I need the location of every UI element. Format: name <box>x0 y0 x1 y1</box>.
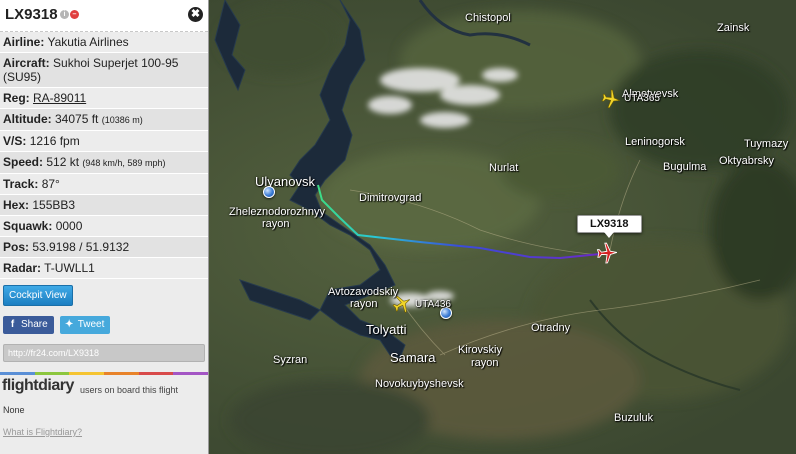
place-rayon-1: rayon <box>262 218 290 230</box>
detail-label: Radar: <box>3 261 42 275</box>
place-zheleznodorozhny: Zheleznodorozhnyy <box>229 206 326 218</box>
place-dimitrovgrad: Dimitrovgrad <box>359 192 422 204</box>
detail-value: 34075 ft <box>55 112 99 126</box>
detail-label: Pos: <box>3 240 30 254</box>
registration-link[interactable]: RA-89011 <box>33 91 86 105</box>
detail-value: 1216 fpm <box>29 134 80 148</box>
flightdiary-users-text: users on board this flight <box>80 385 179 395</box>
detail-value: 0000 <box>55 219 83 233</box>
plane-icon-uta436[interactable] <box>392 294 412 314</box>
detail-value: Yakutia Airlines <box>47 35 129 49</box>
detail-label: Speed: <box>3 155 44 169</box>
detail-airline: Airline: Yakutia Airlines <box>0 32 208 53</box>
flightdiary-users-value: None <box>3 405 25 415</box>
selected-flight-callout[interactable]: LX9318 <box>577 215 642 238</box>
place-bugulma: Bugulma <box>663 161 707 173</box>
detail-track: Track: 87° <box>0 174 208 195</box>
place-tolyatti: Tolyatti <box>366 322 407 337</box>
detail-sub-value: (10386 m) <box>101 115 143 125</box>
tweet-label: Tweet <box>77 319 105 330</box>
flight-info-panel: LX9318 i – ✖ Airline: Yakutia Airlines Ai… <box>0 0 209 454</box>
detail-hex: Hex: 155BB3 <box>0 195 208 216</box>
flight-url-field[interactable]: http://fr24.com/LX9318 <box>3 344 205 362</box>
detail-aircraft: Aircraft: Sukhoi Superjet 100-95 (SU95) <box>0 53 208 88</box>
place-avtozavodsky: Avtozavodskiy <box>328 286 399 298</box>
place-syzran: Syzran <box>273 354 308 366</box>
detail-value: 53.9198 / 51.9132 <box>32 240 130 254</box>
detail-label: Reg: <box>3 91 30 105</box>
detail-label: Altitude: <box>3 112 52 126</box>
place-kirovsky: Kirovskiy <box>458 344 503 356</box>
detail-value: 155BB3 <box>32 198 76 212</box>
flight-details: Airline: Yakutia Airlines Aircraft: Sukh… <box>0 32 208 279</box>
remove-icon[interactable]: – <box>70 10 79 19</box>
share-label: Share <box>21 319 48 330</box>
detail-label: Airline: <box>3 35 45 49</box>
place-chistopol: Chistopol <box>465 12 511 24</box>
detail-vs: V/S: 1216 fpm <box>0 131 208 152</box>
detail-value: 87° <box>41 177 60 191</box>
detail-label: Squawk: <box>3 219 53 233</box>
info-icon[interactable]: i <box>60 10 69 19</box>
detail-altitude: Altitude: 34075 ft (10386 m) <box>0 109 208 131</box>
detail-squawk: Squawk: 0000 <box>0 216 208 237</box>
detail-label: Hex: <box>3 198 30 212</box>
cockpit-view-button[interactable]: Cockpit View <box>3 285 73 306</box>
detail-reg: Reg: RA-89011 <box>0 88 208 109</box>
place-otradny: Otradny <box>531 322 571 334</box>
facebook-icon: f <box>10 319 15 330</box>
place-leninogorsk: Leninogorsk <box>625 136 685 148</box>
tweet-button[interactable]: ✦ Tweet <box>59 316 111 334</box>
detail-value: T-UWLL1 <box>44 261 95 275</box>
place-oktyabrsky: Oktyabrsky <box>719 155 775 167</box>
detail-label: Aircraft: <box>3 56 50 70</box>
place-novokuybyshevsk: Novokuybyshevsk <box>375 378 464 390</box>
detail-radar: Radar: T-UWLL1 <box>0 258 208 279</box>
what-is-flightdiary-link[interactable]: What is Flightdiary? <box>3 427 208 437</box>
airport-pin-ulyanovsk[interactable] <box>263 186 275 198</box>
detail-sub-value: (948 km/h, 589 mph) <box>82 158 166 168</box>
detail-pos: Pos: 53.9198 / 51.9132 <box>0 237 208 258</box>
flightdiary-logo[interactable]: flightdiary <box>2 377 74 394</box>
place-nurlat: Nurlat <box>489 162 519 174</box>
plane-icon-uta365[interactable] <box>601 89 621 109</box>
selected-plane-icon[interactable] <box>596 242 618 264</box>
detail-speed: Speed: 512 kt (948 km/h, 589 mph) <box>0 152 208 174</box>
twitter-icon: ✦ <box>64 319 74 330</box>
place-rayon-2: rayon <box>350 298 378 310</box>
detail-value: 512 kt <box>46 155 80 169</box>
place-ulyanovsk: Ulyanovsk <box>255 174 315 189</box>
place-samara: Samara <box>390 350 436 365</box>
detail-label: Track: <box>3 177 39 191</box>
flight-callsign: LX9318 <box>5 6 58 23</box>
panel-header: LX9318 i – ✖ <box>0 0 208 32</box>
close-button[interactable]: ✖ <box>188 7 203 22</box>
place-tuymazy: Tuymazy <box>744 138 789 150</box>
facebook-share-button[interactable]: f Share <box>3 316 54 334</box>
flight-label-uta365[interactable]: UTA365 <box>624 93 660 104</box>
flight-label-uta436[interactable]: UTA436 <box>415 299 451 310</box>
detail-label: V/S: <box>3 134 27 148</box>
place-rayon-3: rayon <box>471 357 499 369</box>
rainbow-divider <box>0 372 208 375</box>
place-zainsk: Zainsk <box>717 22 750 34</box>
place-buzuluk: Buzuluk <box>614 412 654 424</box>
